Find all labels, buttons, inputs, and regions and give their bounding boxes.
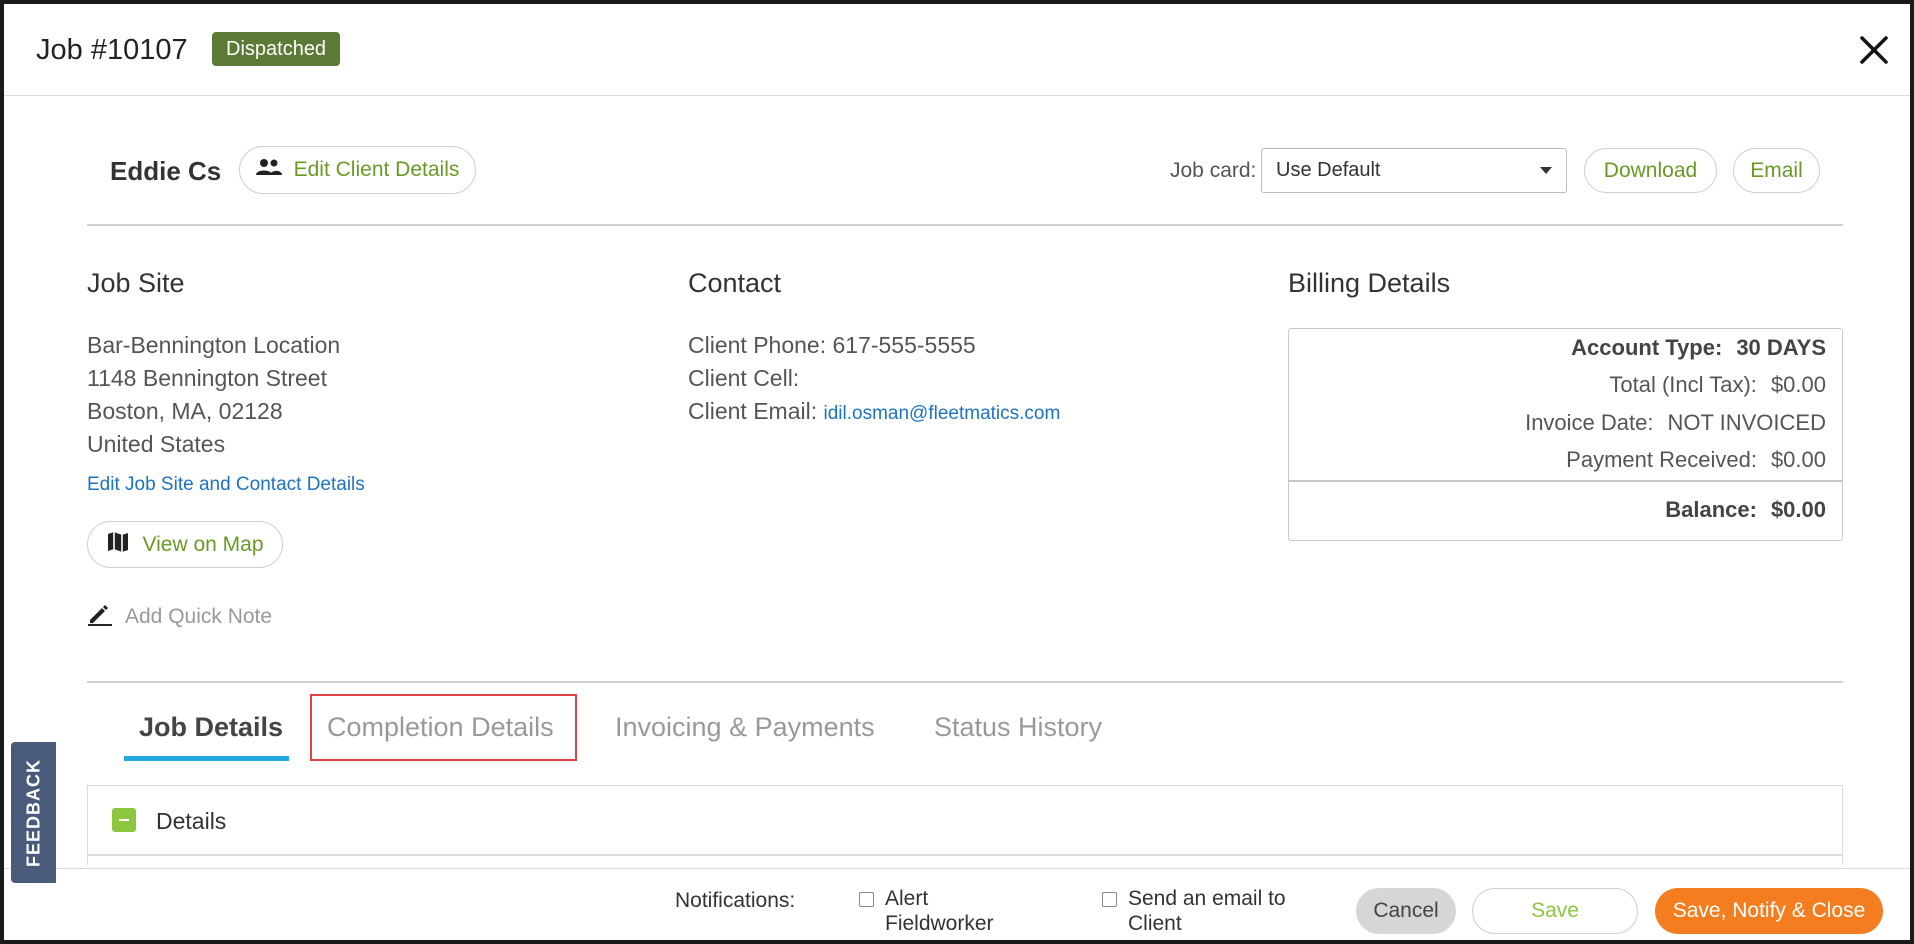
- dialog-footer: Notifications: Alert Fieldworker Send an…: [4, 868, 1910, 940]
- highlight-box: [310, 694, 577, 761]
- tab-status-history[interactable]: Status History: [934, 712, 1102, 743]
- address-line: United States: [87, 431, 226, 457]
- tab-job-details[interactable]: Job Details: [139, 712, 283, 743]
- billing-heading: Billing Details: [1288, 268, 1451, 298]
- status-badge: Dispatched: [212, 32, 341, 66]
- alert-fieldworker-line: Fieldworker: [885, 912, 994, 935]
- address-line: 1148 Bennington Street: [87, 365, 327, 391]
- send-email-checkbox[interactable]: [1102, 892, 1117, 907]
- account-type-row: Account Type: 30 DAYS: [1571, 335, 1826, 361]
- total-value: $0.00: [1770, 372, 1826, 397]
- job-card-value: Use Default: [1276, 159, 1381, 181]
- client-phone-row: Client Phone: 617-555-5555: [688, 332, 976, 359]
- notifications-label: Notifications:: [675, 889, 796, 912]
- invoice-date-value: NOT INVOICED: [1667, 410, 1826, 435]
- divider: [1289, 480, 1842, 482]
- payment-value: $0.00: [1770, 447, 1826, 472]
- view-on-map-label: View on Map: [142, 532, 264, 556]
- total-row: Total (Incl Tax): $0.00: [1609, 372, 1826, 398]
- close-icon[interactable]: [1856, 32, 1892, 68]
- edit-client-label: Edit Client Details: [293, 158, 460, 181]
- add-quick-note-label: Add Quick Note: [125, 605, 273, 628]
- billing-summary: Account Type: 30 DAYS Total (Incl Tax): $0…: [1288, 328, 1843, 541]
- address-line: Boston, MA, 02128: [87, 398, 283, 424]
- address-line: Bar-Bennington Location: [87, 332, 341, 358]
- feedback-tab[interactable]: FEEDBACK: [11, 742, 56, 883]
- balance-label: Balance:: [1665, 497, 1757, 522]
- details-panel: Details: [87, 785, 1843, 865]
- email-button[interactable]: Email: [1733, 148, 1820, 193]
- people-icon: [255, 158, 282, 182]
- details-label: Details: [156, 808, 227, 834]
- feedback-label: FEEDBACK: [23, 758, 43, 867]
- client-cell-label: Client Cell:: [688, 365, 800, 391]
- send-email-line: Send an email to: [1128, 887, 1286, 910]
- edit-job-site-link[interactable]: Edit Job Site and Contact Details: [87, 474, 365, 496]
- view-on-map-button[interactable]: View on Map: [87, 521, 283, 568]
- cancel-button[interactable]: Cancel: [1356, 888, 1456, 934]
- balance-row: Balance: $0.00: [1665, 497, 1826, 523]
- job-dialog: Job #10107 Dispatched Eddie Cs Edit Clie…: [0, 0, 1914, 944]
- send-email-label: Send an email to Client: [1128, 886, 1286, 936]
- job-card-select[interactable]: Use Default: [1261, 148, 1567, 193]
- collapse-icon[interactable]: [112, 808, 136, 832]
- pencil-icon: [87, 602, 113, 632]
- total-label: Total (Incl Tax):: [1609, 372, 1757, 397]
- add-quick-note[interactable]: Add Quick Note: [87, 602, 272, 632]
- client-phone-value: 617-555-5555: [832, 332, 976, 358]
- alert-fieldworker-line: Alert: [885, 887, 929, 910]
- divider: [87, 224, 1843, 226]
- client-email-link[interactable]: idil.osman@fleetmatics.com: [824, 403, 1061, 424]
- send-email-line: Client: [1128, 912, 1182, 935]
- caret-down-icon: [1540, 167, 1552, 174]
- contact-heading: Contact: [688, 268, 782, 298]
- alert-fieldworker-checkbox[interactable]: [859, 892, 874, 907]
- download-button[interactable]: Download: [1584, 148, 1717, 193]
- account-type-label: Account Type:: [1571, 335, 1723, 360]
- tab-invoicing-payments[interactable]: Invoicing & Payments: [615, 712, 875, 743]
- job-title: Job #10107: [36, 34, 188, 66]
- client-phone-label: Client Phone:: [688, 332, 827, 358]
- alert-fieldworker-label: Alert Fieldworker: [885, 886, 994, 936]
- invoice-date-row: Invoice Date: NOT INVOICED: [1525, 410, 1826, 436]
- payment-row: Payment Received: $0.00: [1566, 447, 1826, 473]
- client-name: Eddie Cs: [110, 156, 222, 186]
- divider: [88, 854, 1842, 856]
- invoice-date-label: Invoice Date:: [1525, 410, 1654, 435]
- job-card-label: Job card:: [1170, 159, 1257, 182]
- save-notify-close-button[interactable]: Save, Notify & Close: [1655, 888, 1883, 934]
- account-type-value: 30 DAYS: [1736, 335, 1826, 360]
- payment-label: Payment Received:: [1566, 447, 1757, 472]
- balance-value: $0.00: [1770, 497, 1826, 522]
- divider: [87, 681, 1843, 683]
- edit-client-button[interactable]: Edit Client Details: [239, 146, 476, 194]
- client-email-label: Client Email:: [688, 398, 818, 424]
- save-button[interactable]: Save: [1472, 888, 1638, 934]
- dialog-header: Job #10107 Dispatched: [4, 4, 1910, 96]
- job-site-heading: Job Site: [87, 268, 185, 298]
- map-icon: [106, 530, 130, 560]
- client-email-row: Client Email: idil.osman@fleetmatics.com: [688, 398, 1060, 425]
- active-tab-indicator: [124, 756, 289, 761]
